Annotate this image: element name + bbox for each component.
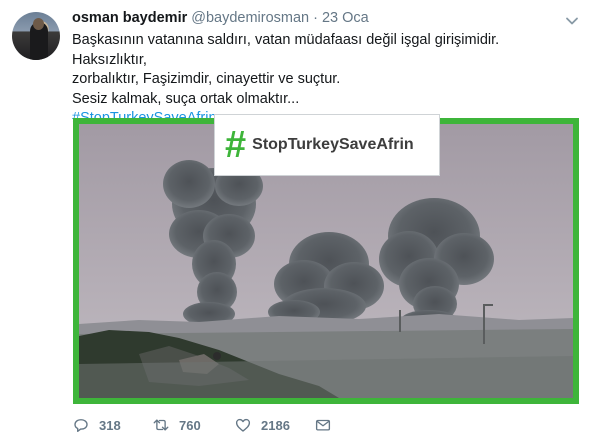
hashtag-badge: # StopTurkeySaveAfrin: [214, 114, 440, 176]
reply-count: 318: [99, 417, 121, 433]
reply-button[interactable]: 318: [72, 416, 121, 434]
hashtag-symbol: #: [225, 124, 247, 166]
badge-text: StopTurkeySaveAfrin: [252, 136, 414, 153]
separator-dot: ·: [313, 10, 318, 26]
reply-icon: [74, 419, 88, 432]
like-button[interactable]: 2186: [234, 416, 290, 434]
tweet-text-line: Başkasının vatanına saldırı, vatan müdaf…: [72, 32, 500, 68]
retweet-count: 760: [179, 417, 201, 433]
like-count: 2186: [261, 417, 290, 433]
author-handle[interactable]: @baydemirosman: [191, 10, 309, 26]
chevron-down-icon[interactable]: [565, 14, 579, 28]
avatar-head: [33, 18, 44, 30]
avatar[interactable]: [12, 12, 60, 60]
direct-message-button[interactable]: [314, 416, 332, 434]
retweet-button[interactable]: 760: [152, 416, 201, 434]
tweet-text-line: zorbalıktır, Faşizimdir, cinayettir ve s…: [72, 71, 341, 87]
tweet-text-line: Sesiz kalmak, suça ortak olmaktır...: [72, 90, 300, 107]
tweet-header: osman baydemir @baydemirosman · 23 Oca: [72, 10, 369, 30]
heart-icon: [235, 418, 251, 432]
author-name[interactable]: osman baydemir: [72, 10, 187, 26]
envelope-icon: [315, 419, 331, 431]
tweet-date[interactable]: 23 Oca: [322, 10, 369, 26]
retweet-icon: [153, 419, 169, 431]
tweet[interactable]: osman baydemir @baydemirosman · 23 Oca B…: [0, 0, 592, 445]
